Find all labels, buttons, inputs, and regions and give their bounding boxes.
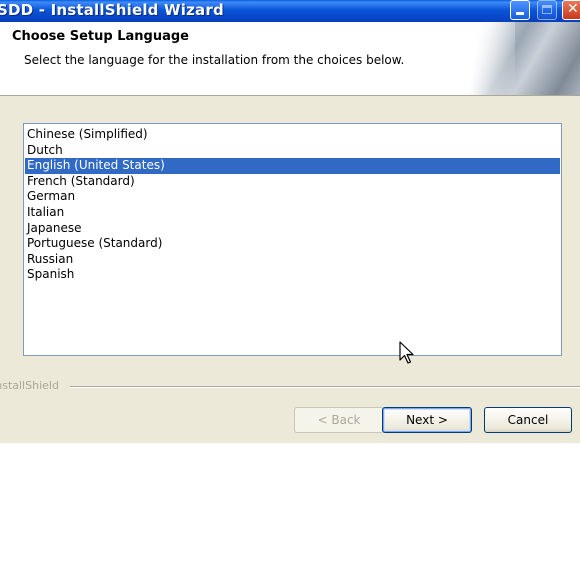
close-button[interactable] bbox=[562, 0, 580, 20]
header-banner-image bbox=[455, 22, 580, 95]
language-option[interactable]: French (Standard) bbox=[25, 174, 560, 190]
back-button[interactable]: < Back bbox=[294, 407, 384, 433]
language-option-selected[interactable]: English (United States) bbox=[25, 158, 560, 174]
mouse-cursor-icon bbox=[399, 341, 414, 364]
page-title: Choose Setup Language bbox=[12, 29, 189, 44]
cancel-button[interactable]: Cancel bbox=[484, 407, 572, 433]
language-option[interactable]: Portuguese (Standard) bbox=[25, 236, 560, 252]
wizard-header: Choose Setup Language Select the languag… bbox=[0, 22, 580, 96]
language-option[interactable]: Dutch bbox=[25, 143, 560, 159]
language-option[interactable]: Russian bbox=[25, 252, 560, 268]
language-option[interactable]: Japanese bbox=[25, 221, 560, 237]
language-listbox[interactable]: Chinese (Simplified) Dutch English (Unit… bbox=[23, 123, 562, 356]
language-option[interactable]: Chinese (Simplified) bbox=[25, 127, 560, 143]
footer-divider bbox=[70, 386, 580, 388]
title-bar[interactable]: SDD - InstallShield Wizard bbox=[0, 0, 580, 22]
window-title: SDD - InstallShield Wizard bbox=[0, 1, 224, 19]
page-subtitle: Select the language for the installation… bbox=[24, 53, 405, 67]
next-button[interactable]: Next > bbox=[382, 407, 472, 433]
maximize-button bbox=[537, 0, 557, 20]
installer-window: SDD - InstallShield Wizard Choose Setup … bbox=[0, 0, 580, 443]
installshield-brand: InstallShield bbox=[0, 379, 59, 392]
minimize-button[interactable] bbox=[510, 0, 530, 20]
language-option[interactable]: Italian bbox=[25, 205, 560, 221]
language-option[interactable]: German bbox=[25, 189, 560, 205]
language-option[interactable]: Spanish bbox=[25, 267, 560, 283]
